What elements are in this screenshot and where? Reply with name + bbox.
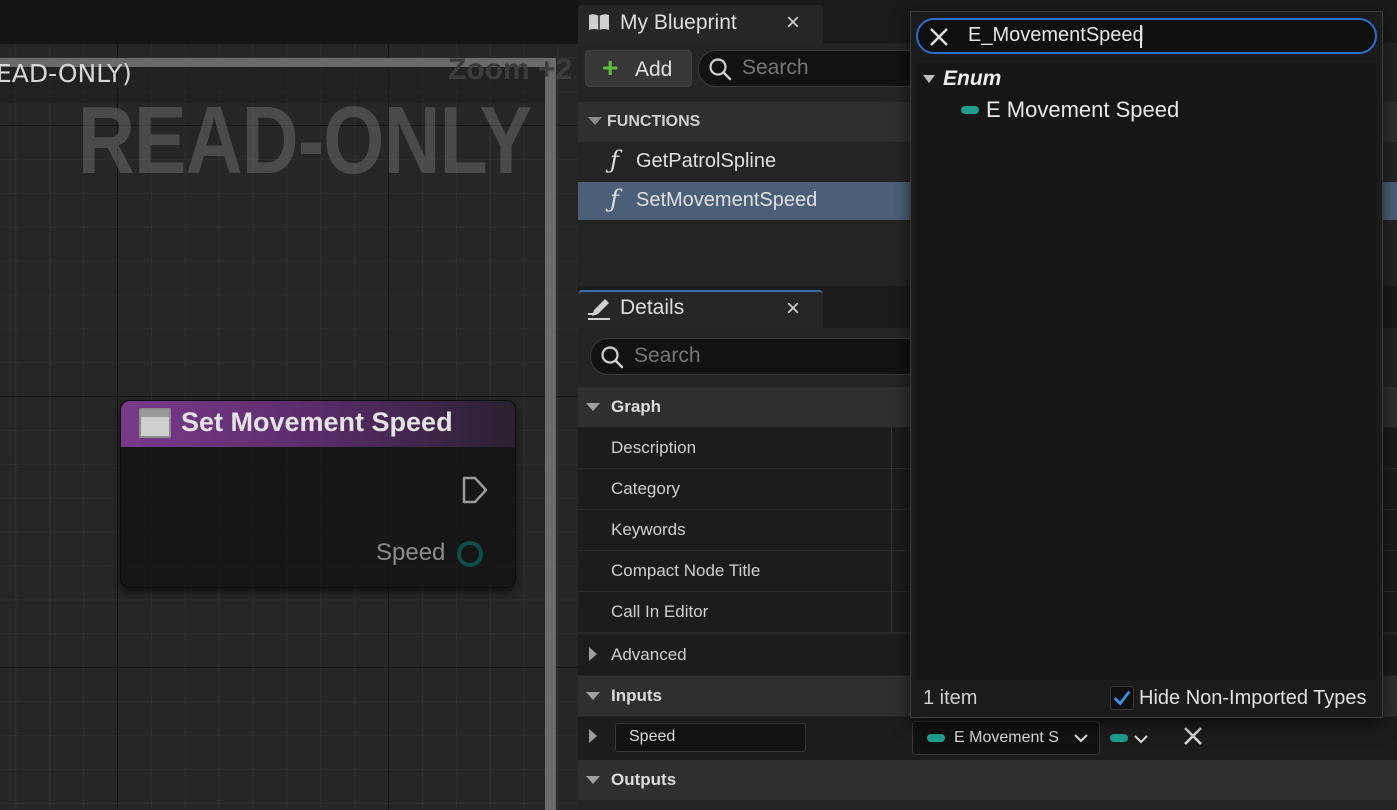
search-icon: [601, 346, 624, 369]
parameter-type-dropdown[interactable]: E Movement S: [912, 721, 1100, 755]
node-title: Set Movement Speed: [181, 407, 453, 437]
add-button[interactable]: + Add: [585, 50, 692, 87]
edit-pencil-icon: [588, 299, 610, 320]
chevron-down-icon: [1134, 735, 1148, 744]
collapse-arrow-icon: [586, 403, 600, 411]
graph-editor-canvas[interactable]: EAD-ONLY) Zoom +2 READ-ONLY Set Movement…: [0, 0, 578, 810]
function-item-label: GetPatrolSpline: [636, 150, 777, 172]
tab-my-blueprint[interactable]: My Blueprint ×: [578, 5, 823, 43]
collapse-arrow-icon: [588, 117, 602, 125]
expand-arrow-icon[interactable]: [589, 729, 597, 743]
collapse-arrow-icon[interactable]: [923, 75, 935, 83]
search-placeholder: Search: [742, 56, 809, 79]
close-icon[interactable]: ×: [786, 295, 800, 323]
functions-section-label: FUNCTIONS: [607, 113, 701, 130]
expand-arrow-icon: [589, 647, 597, 661]
tab-details[interactable]: Details ×: [578, 290, 823, 328]
read-only-border-right: [545, 58, 556, 810]
clear-search-icon[interactable]: [928, 26, 950, 48]
chevron-down-icon: [1074, 734, 1088, 743]
function-item-label: SetMovementSpeed: [636, 189, 818, 211]
close-icon[interactable]: ×: [786, 9, 800, 37]
search-placeholder: Search: [634, 344, 701, 367]
property-label: Category: [611, 479, 680, 498]
property-label: Call In Editor: [611, 602, 709, 621]
property-label: Keywords: [611, 520, 686, 539]
type-search-value: E_MovementSpeed: [968, 24, 1144, 46]
type-result-item[interactable]: E Movement Speed: [960, 95, 1260, 125]
hide-non-imported-checkbox[interactable]: [1110, 686, 1134, 710]
enum-type-icon: [927, 734, 945, 742]
type-results-list: [916, 63, 1377, 680]
set-movement-speed-node[interactable]: Set Movement Speed Speed: [120, 400, 516, 588]
outputs-category-header[interactable]: Outputs: [578, 760, 1397, 800]
search-icon: [709, 58, 732, 81]
advanced-label: Advanced: [611, 645, 687, 664]
parameter-name-value: Speed: [629, 728, 676, 745]
enum-type-icon: [961, 106, 979, 114]
category-label: Outputs: [611, 770, 677, 789]
parameter-type-value: E Movement S: [954, 729, 1059, 746]
details-search-input[interactable]: Search: [590, 338, 930, 375]
type-search-input[interactable]: E_MovementSpeed: [916, 18, 1377, 54]
exec-pin-icon[interactable]: [461, 475, 489, 505]
read-only-watermark: READ-ONLY: [78, 87, 532, 194]
tab-details-label: Details: [620, 296, 685, 319]
enum-category-label[interactable]: Enum: [943, 67, 1001, 91]
input-parameter-row[interactable]: Speed E Movement S: [578, 717, 1397, 760]
type-picker-footer: 1 item Hide Non-Imported Types: [911, 680, 1382, 717]
category-label: Graph: [611, 397, 662, 416]
container-type-dropdown[interactable]: [1108, 723, 1153, 753]
text-cursor: [1140, 25, 1142, 48]
graph-title: EAD-ONLY): [0, 59, 132, 88]
function-node-icon: [139, 408, 171, 438]
zoom-level: Zoom +2: [448, 53, 573, 86]
tab-my-blueprint-label: My Blueprint: [620, 11, 737, 34]
remove-parameter-icon[interactable]: [1180, 723, 1206, 749]
plus-icon: +: [602, 52, 619, 83]
collapse-arrow-icon: [586, 776, 600, 784]
single-value-icon: [1110, 734, 1128, 742]
parameter-name-input[interactable]: Speed: [615, 723, 806, 752]
item-count: 1 item: [923, 687, 978, 709]
node-header[interactable]: Set Movement Speed: [121, 401, 515, 447]
book-icon: [589, 14, 609, 30]
property-label: Compact Node Title: [611, 561, 761, 580]
add-button-label: Add: [635, 58, 673, 81]
my-blueprint-search-input[interactable]: Search: [698, 50, 938, 87]
collapse-arrow-icon: [586, 692, 600, 700]
graph-toolbar-strip: [0, 0, 578, 44]
checkmark-icon: [1113, 690, 1131, 706]
category-label: Inputs: [611, 686, 662, 705]
speed-output-pin[interactable]: [457, 541, 483, 567]
function-icon: ƒ: [610, 146, 619, 174]
type-result-label: E Movement Speed: [986, 97, 1180, 122]
hide-non-imported-label: Hide Non-Imported Types: [1139, 687, 1367, 709]
function-icon: ƒ: [610, 185, 619, 213]
property-label: Description: [611, 438, 697, 457]
speed-pin-label: Speed: [376, 539, 446, 566]
